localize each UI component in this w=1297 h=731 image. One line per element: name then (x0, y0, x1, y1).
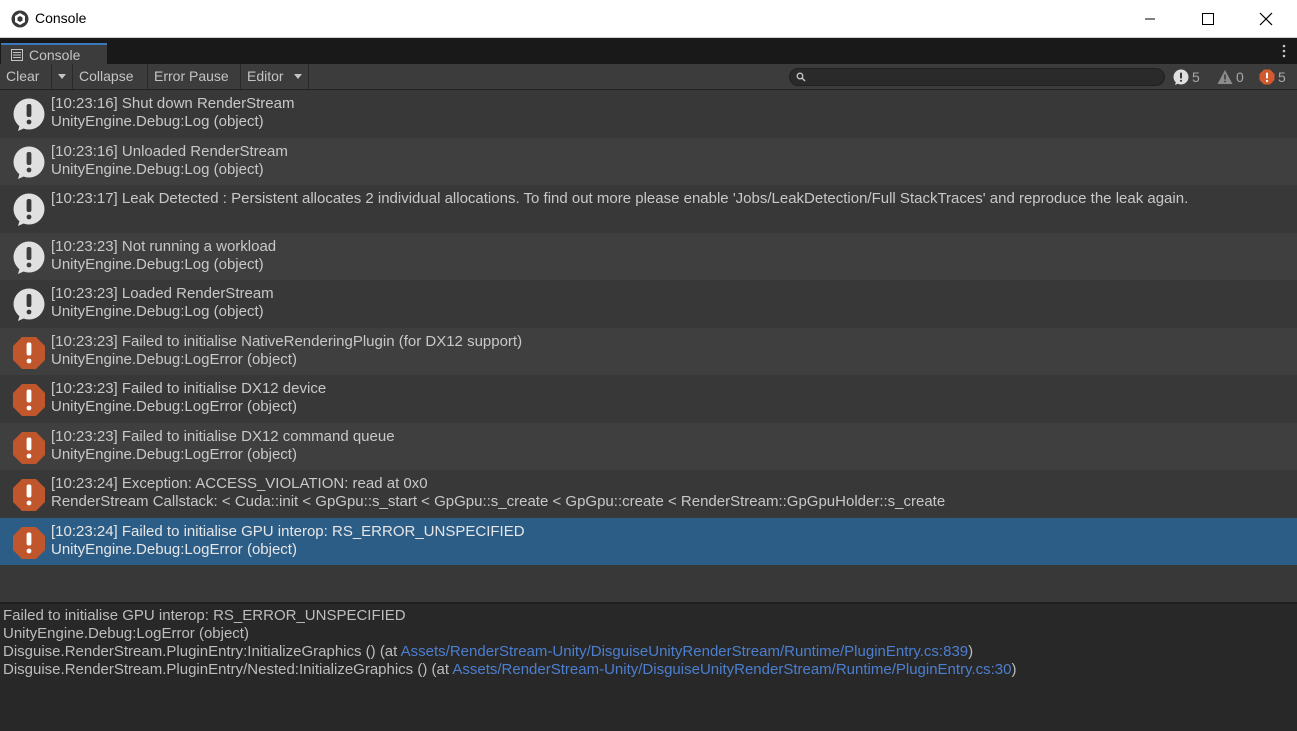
info-icon (13, 98, 45, 131)
tab-label: Console (29, 47, 81, 63)
title-bar: Console (0, 0, 1297, 38)
log-message: [10:23:17] Leak Detected : Persistent al… (51, 190, 1189, 207)
tab-console[interactable]: Console (1, 43, 107, 64)
stack-frame-suffix: ) (968, 643, 974, 660)
minimize-button[interactable] (1121, 0, 1179, 38)
error-icon (13, 526, 45, 559)
log-source: UnityEngine.Debug:Log (object) (51, 160, 264, 178)
error-icon (1259, 69, 1275, 84)
error-pause-button[interactable]: Error Pause (148, 64, 241, 89)
error-count-toggle[interactable]: 5 (1259, 64, 1286, 89)
log-message: [10:23:16] Unloaded RenderStream (51, 142, 288, 160)
info-icon (13, 241, 45, 274)
clear-options-dropdown[interactable] (52, 64, 73, 89)
log-count-toggle[interactable]: 5 (1173, 64, 1200, 89)
error-icon (13, 384, 45, 416)
stack-frame-suffix: ) (1011, 661, 1017, 678)
log-entry[interactable]: [10:23:23] Failed to initialise DX12 dev… (0, 375, 1297, 423)
maximize-button[interactable] (1179, 0, 1237, 38)
info-icon (13, 193, 45, 226)
error-icon (13, 479, 45, 511)
warning-count-toggle[interactable]: 0 (1217, 64, 1244, 89)
log-source: UnityEngine.Debug:LogError (object) (51, 350, 297, 368)
tab-bar: Console (0, 38, 1297, 64)
collapse-button[interactable]: Collapse (73, 64, 148, 89)
editor-label: Editor (247, 68, 284, 84)
log-message: [10:23:23] Not running a workload (51, 237, 277, 255)
log-message: [10:23:24] Exception: ACCESS_VIOLATION: … (51, 475, 428, 492)
source-file-link[interactable]: Assets/RenderStream-Unity/DisguiseUnityR… (452, 661, 1011, 678)
clear-button[interactable]: Clear (0, 64, 52, 89)
log-entry[interactable]: [10:23:16] Shut down RenderStream UnityE… (0, 90, 1297, 138)
log-count: 5 (1192, 68, 1200, 85)
detail-message: Failed to initialise GPU interop: RS_ERR… (3, 607, 406, 624)
log-list: [10:23:16] Shut down RenderStream UnityE… (0, 90, 1297, 602)
stack-frame: Disguise.RenderStream.PluginEntry/Nested… (3, 661, 1016, 678)
log-entry[interactable]: [10:23:16] Unloaded RenderStream UnityEn… (0, 137, 1297, 185)
log-entry[interactable]: [10:23:23] Failed to initialise DX12 com… (0, 422, 1297, 470)
console-icon (11, 49, 23, 61)
log-entry[interactable]: [10:23:23] Not running a workload UnityE… (0, 232, 1297, 280)
log-message: [10:23:24] Failed to initialise GPU inte… (51, 522, 525, 540)
log-source: UnityEngine.Debug:LogError (object) (51, 540, 297, 558)
stack-frame-text: Disguise.RenderStream.PluginEntry/Nested… (3, 661, 453, 678)
unity-logo-icon (11, 10, 29, 28)
source-file-link[interactable]: Assets/RenderStream-Unity/DisguiseUnityR… (401, 643, 968, 660)
chevron-down-icon (294, 74, 302, 79)
info-icon (13, 146, 45, 179)
info-icon (13, 288, 45, 321)
console-toolbar: Clear Collapse Error Pause Editor 5 0 5 (0, 64, 1297, 90)
log-message: [10:23:16] Shut down RenderStream (51, 95, 295, 112)
log-source: RenderStream Callstack: < Cuda::init < G… (51, 493, 946, 510)
log-message: [10:23:23] Failed to initialise NativeRe… (51, 332, 523, 350)
warning-icon (1217, 69, 1233, 84)
log-source: UnityEngine.Debug:Log (object) (51, 113, 264, 130)
minimize-icon (1145, 18, 1155, 20)
search-icon (796, 72, 806, 82)
detail-source: UnityEngine.Debug:LogError (object) (3, 625, 249, 642)
error-icon (13, 431, 45, 464)
stack-frame: Disguise.RenderStream.PluginEntry:Initia… (3, 643, 973, 660)
log-entry[interactable]: [10:23:23] Loaded RenderStream UnityEngi… (0, 280, 1297, 328)
log-message: [10:23:23] Loaded RenderStream (51, 285, 274, 302)
editor-dropdown[interactable]: Editor (241, 64, 309, 89)
stack-frame-text: Disguise.RenderStream.PluginEntry:Initia… (3, 643, 401, 660)
log-entry[interactable]: [10:23:17] Leak Detected : Persistent al… (0, 185, 1297, 233)
more-options-icon[interactable] (1282, 44, 1286, 58)
window-title: Console (35, 10, 87, 26)
log-message: [10:23:23] Failed to initialise DX12 dev… (51, 380, 327, 397)
log-entry-selected[interactable]: [10:23:24] Failed to initialise GPU inte… (0, 517, 1297, 565)
maximize-icon (1202, 13, 1214, 25)
close-button[interactable] (1237, 0, 1295, 38)
log-message: [10:23:23] Failed to initialise DX12 com… (51, 427, 395, 445)
log-source: UnityEngine.Debug:LogError (object) (51, 445, 297, 463)
log-source: UnityEngine.Debug:LogError (object) (51, 398, 297, 415)
log-entry[interactable]: [10:23:24] Exception: ACCESS_VIOLATION: … (0, 470, 1297, 518)
log-entry[interactable]: [10:23:23] Failed to initialise NativeRe… (0, 327, 1297, 375)
log-source: UnityEngine.Debug:Log (object) (51, 303, 264, 320)
close-icon (1259, 12, 1273, 26)
warning-count: 0 (1236, 68, 1244, 85)
search-input[interactable] (789, 68, 1165, 86)
error-count: 5 (1278, 68, 1286, 85)
stack-trace-panel: Failed to initialise GPU interop: RS_ERR… (0, 604, 1297, 731)
log-source: UnityEngine.Debug:Log (object) (51, 255, 264, 273)
error-icon (13, 336, 45, 369)
chevron-down-icon (58, 74, 66, 79)
info-icon (1173, 69, 1189, 85)
